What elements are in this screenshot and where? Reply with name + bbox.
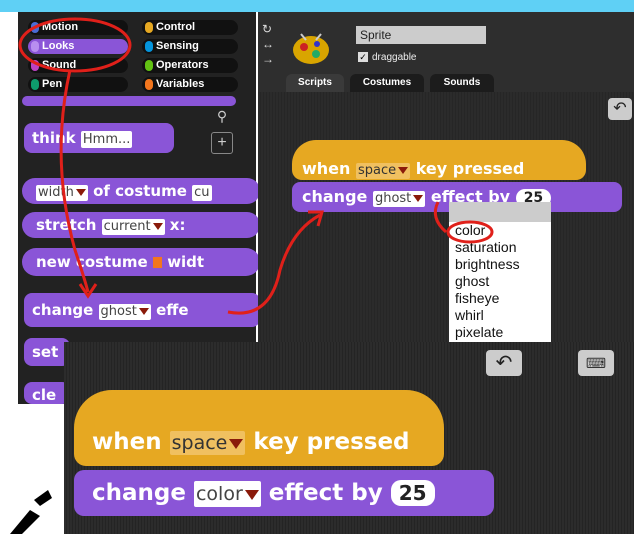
category-label: Operators — [156, 59, 209, 71]
menu-item-saturation[interactable]: saturation — [449, 239, 551, 256]
effect-by-label: effect by — [268, 480, 383, 506]
menu-header — [449, 202, 551, 222]
operators-color-icon — [145, 60, 153, 71]
motion-color-icon — [31, 22, 39, 33]
tab-sounds[interactable]: Sounds — [430, 74, 494, 92]
plus-icon[interactable]: + — [211, 132, 233, 154]
effect-dropdown[interactable]: ghost — [98, 304, 151, 320]
change-label: change — [302, 187, 368, 206]
change-effect-block-palette[interactable]: change ghost effe — [24, 293, 260, 327]
category-sound[interactable]: Sound — [28, 58, 128, 73]
category-label: Sound — [42, 59, 77, 71]
key-pressed-label: key pressed — [415, 159, 525, 178]
change-label: change — [32, 301, 94, 319]
category-label: Looks — [42, 40, 75, 52]
new-costume-label: new costume — [36, 253, 148, 271]
sprite-name-field[interactable]: Sprite — [356, 26, 486, 44]
key-dropdown[interactable]: space — [169, 431, 246, 455]
tab-costumes[interactable]: Costumes — [350, 74, 424, 92]
amount-input[interactable]: 25 — [390, 480, 435, 506]
zoomed-script-panel[interactable]: ↶ ⌨ when space key pressed change color … — [64, 342, 634, 534]
change-effect-block[interactable]: change color effect by 25 — [74, 470, 494, 516]
menu-item-whirl[interactable]: whirl — [449, 307, 551, 324]
list-icon — [152, 257, 162, 268]
menu-item-ghost[interactable]: ghost — [449, 273, 551, 290]
stretch-reporter[interactable]: stretch current x: — [22, 212, 260, 238]
variables-color-icon — [145, 79, 153, 90]
keyboard-icon[interactable]: ⌨ — [578, 350, 614, 376]
when-key-pressed-hat[interactable]: when space key pressed — [74, 390, 444, 466]
set-label: set — [32, 343, 59, 361]
draggable-label: draggable — [372, 52, 417, 63]
category-looks[interactable]: Looks — [28, 39, 128, 54]
new-costume-suffix: widt — [167, 253, 205, 271]
attribute-dropdown[interactable]: width — [36, 185, 88, 201]
category-label: Motion — [42, 21, 79, 33]
undo-icon[interactable]: ↶ — [608, 98, 632, 120]
undo-icon[interactable]: ↶ — [486, 350, 522, 376]
category-label: Sensing — [156, 40, 199, 52]
menu-item-color[interactable]: color — [449, 222, 551, 239]
effect-menu[interactable]: color saturation brightness ghost fishey… — [449, 202, 551, 342]
top-strip — [0, 0, 634, 12]
think-block[interactable]: think Hmm... — [24, 123, 174, 153]
category-label: Variables — [156, 78, 205, 90]
think-for-block-partial[interactable] — [22, 96, 236, 106]
when-label: when — [302, 159, 351, 178]
stretch-dropdown[interactable]: current — [101, 219, 165, 235]
key-dropdown[interactable]: space — [356, 163, 411, 179]
decorative-corner-mark — [10, 490, 52, 534]
when-label: when — [92, 429, 162, 455]
change-label: change — [92, 480, 186, 506]
category-label: Control — [156, 21, 196, 33]
category-label: Pen — [42, 78, 63, 90]
stretch-label: stretch — [36, 216, 97, 234]
key-pressed-label: key pressed — [253, 429, 410, 455]
clear-label: cle — [32, 386, 57, 404]
category-control[interactable]: Control — [142, 20, 238, 35]
width-of-costume-reporter[interactable]: width of costume cu — [22, 178, 260, 204]
new-costume-reporter[interactable]: new costume widt — [22, 248, 260, 276]
think-input[interactable]: Hmm... — [80, 131, 133, 148]
looks-color-icon — [31, 41, 39, 52]
draggable-option[interactable]: ✓ draggable — [358, 52, 416, 63]
category-pen[interactable]: Pen — [28, 77, 128, 92]
category-sensing[interactable]: Sensing — [142, 39, 238, 54]
sensing-color-icon — [145, 41, 153, 52]
effect-label: effe — [156, 301, 189, 319]
magnifier-icon[interactable]: ⚲ — [214, 108, 230, 124]
menu-item-pixelate[interactable]: pixelate — [449, 324, 551, 341]
category-motion[interactable]: Motion — [28, 20, 128, 35]
menu-item-fisheye[interactable]: fisheye — [449, 290, 551, 307]
scripts-pane[interactable]: ↻ ↔ → Sprite ✓ draggable Scripts Costumes S… — [258, 12, 634, 342]
tab-scripts[interactable]: Scripts — [286, 74, 344, 92]
effect-dropdown[interactable]: ghost — [372, 191, 426, 207]
x-label: x: — [169, 216, 186, 234]
pen-color-icon — [31, 79, 39, 90]
sprite-thumbnail-icon[interactable] — [286, 24, 336, 68]
control-color-icon — [145, 22, 153, 33]
category-operators[interactable]: Operators — [142, 58, 238, 73]
of-costume-label: of costume — [93, 182, 187, 200]
costume-slot[interactable]: cu — [192, 185, 212, 201]
rotation-style-icons[interactable]: ↻ ↔ → — [262, 22, 274, 67]
when-key-pressed-hat[interactable]: when space key pressed — [292, 140, 586, 180]
checkbox-icon[interactable]: ✓ — [358, 52, 368, 62]
category-variables[interactable]: Variables — [142, 77, 238, 92]
menu-item-brightness[interactable]: brightness — [449, 256, 551, 273]
think-label: think — [32, 129, 76, 147]
sound-color-icon — [31, 60, 39, 71]
effect-dropdown[interactable]: color — [193, 481, 261, 507]
